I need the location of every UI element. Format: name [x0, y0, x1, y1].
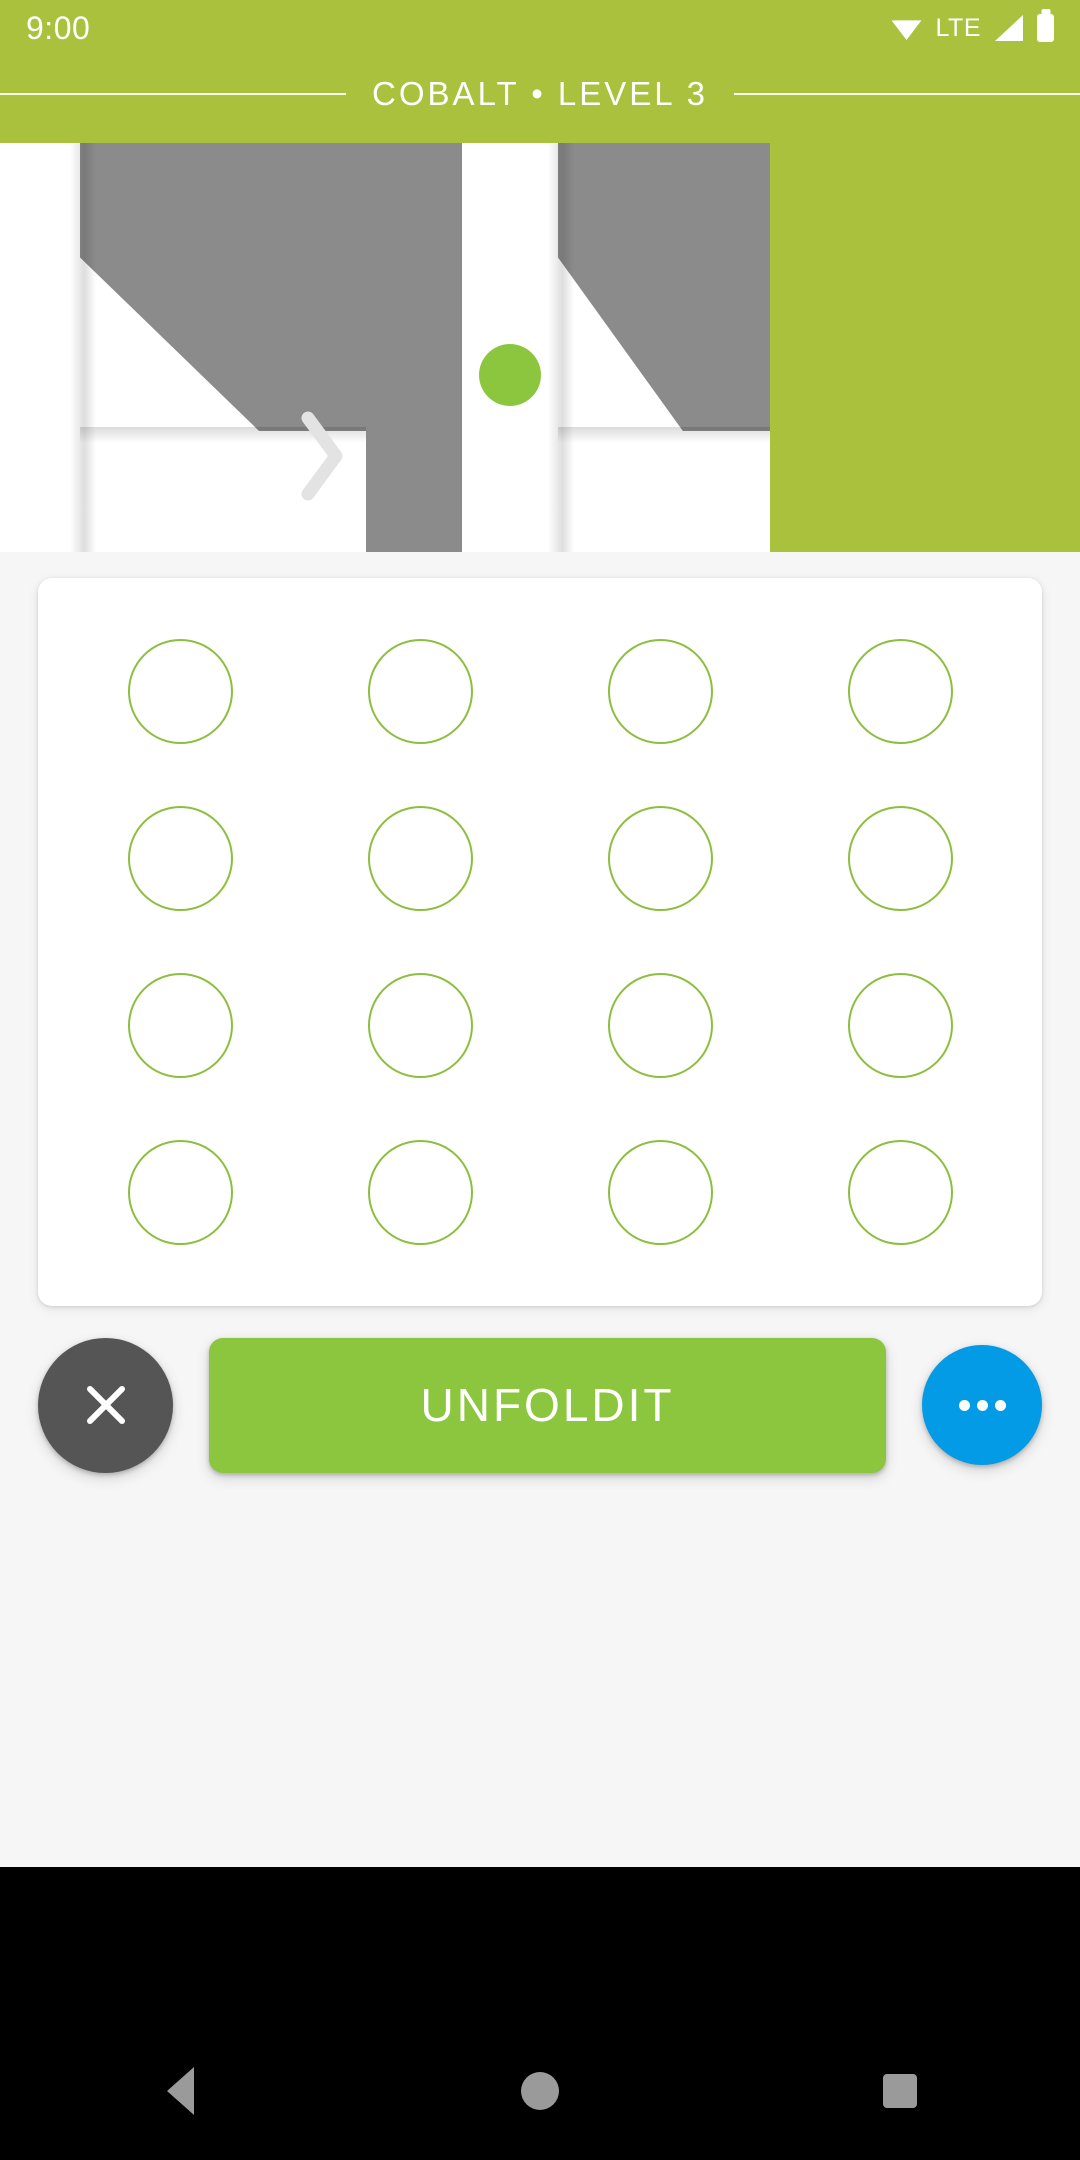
slot-circle — [127, 639, 233, 744]
header-rule-right — [733, 92, 1080, 95]
before-vertical-crease-shadow — [70, 143, 96, 552]
puzzle-stage — [0, 131, 1080, 552]
action-bar: UNFOLDIT — [0, 1330, 1080, 1480]
slot-circle — [367, 1140, 473, 1245]
slot-circle — [847, 1140, 953, 1245]
status-bar: 9:00 LTE — [0, 0, 1080, 56]
slot-circle — [367, 639, 473, 744]
answer-card — [38, 578, 1042, 1306]
answer-slot[interactable] — [780, 608, 1020, 775]
slot-circle — [847, 806, 953, 911]
slot-circle — [127, 973, 233, 1078]
slot-circle — [127, 1140, 233, 1245]
android-nav-bar — [0, 2022, 1080, 2160]
answer-slot[interactable] — [300, 1109, 540, 1276]
answer-slot[interactable] — [780, 942, 1020, 1109]
unfold-button[interactable]: UNFOLDIT — [209, 1337, 886, 1473]
answer-slot[interactable] — [780, 775, 1020, 942]
answer-slot[interactable] — [300, 942, 540, 1109]
after-fold-face-left — [366, 143, 462, 552]
more-horizontal-icon-dot — [958, 1399, 970, 1411]
back-triangle-icon — [166, 2067, 194, 2115]
close-icon — [86, 1386, 125, 1424]
slot-circle — [607, 806, 713, 911]
slot-circle — [367, 806, 473, 911]
slot-circle — [607, 1140, 713, 1245]
page-title: COBALT • LEVEL 3 — [372, 74, 708, 112]
battery-icon — [1037, 14, 1054, 42]
level-header: COBALT • LEVEL 3 — [0, 56, 1080, 131]
nav-home-button[interactable] — [465, 2022, 615, 2160]
answer-slot-grid[interactable] — [38, 578, 1042, 1306]
more-horizontal-icon-dot — [976, 1399, 988, 1411]
answer-slot[interactable] — [540, 775, 780, 942]
puzzle-shape-after — [366, 131, 1080, 552]
answer-slot[interactable] — [300, 775, 540, 942]
slot-circle — [127, 806, 233, 911]
answer-slot[interactable] — [540, 942, 780, 1109]
status-icons: LTE — [891, 13, 1054, 43]
status-clock: 9:00 — [26, 9, 91, 46]
answer-slot[interactable] — [60, 775, 300, 942]
answer-slot[interactable] — [780, 1109, 1020, 1276]
nav-back-button[interactable] — [105, 2022, 255, 2160]
slot-circle — [607, 973, 713, 1078]
header-rule-left — [0, 92, 347, 95]
answer-slot[interactable] — [540, 608, 780, 775]
target-dot-marker — [479, 344, 541, 406]
nav-recents-button[interactable] — [825, 2022, 975, 2160]
answer-slot[interactable] — [540, 1109, 780, 1276]
wifi-icon — [891, 20, 922, 40]
slot-circle — [847, 639, 953, 744]
answer-slot[interactable] — [300, 608, 540, 775]
signal-icon — [995, 15, 1023, 41]
answer-slot[interactable] — [60, 608, 300, 775]
chevron-right-icon — [292, 406, 352, 506]
home-circle-icon — [521, 2072, 559, 2110]
more-horizontal-icon-dot — [994, 1399, 1006, 1411]
slot-circle — [367, 973, 473, 1078]
answer-slot[interactable] — [60, 942, 300, 1109]
more-options-button[interactable] — [922, 1345, 1042, 1465]
after-paper-lower — [558, 431, 770, 552]
recents-square-icon — [883, 2074, 917, 2108]
slot-circle — [847, 973, 953, 1078]
answer-slot[interactable] — [60, 1109, 300, 1276]
after-horizontal-crease-shadow — [558, 427, 770, 443]
after-vertical-crease-shadow — [548, 143, 574, 552]
network-type-label: LTE — [935, 13, 981, 42]
slot-circle — [607, 639, 713, 744]
close-button[interactable] — [38, 1337, 173, 1473]
